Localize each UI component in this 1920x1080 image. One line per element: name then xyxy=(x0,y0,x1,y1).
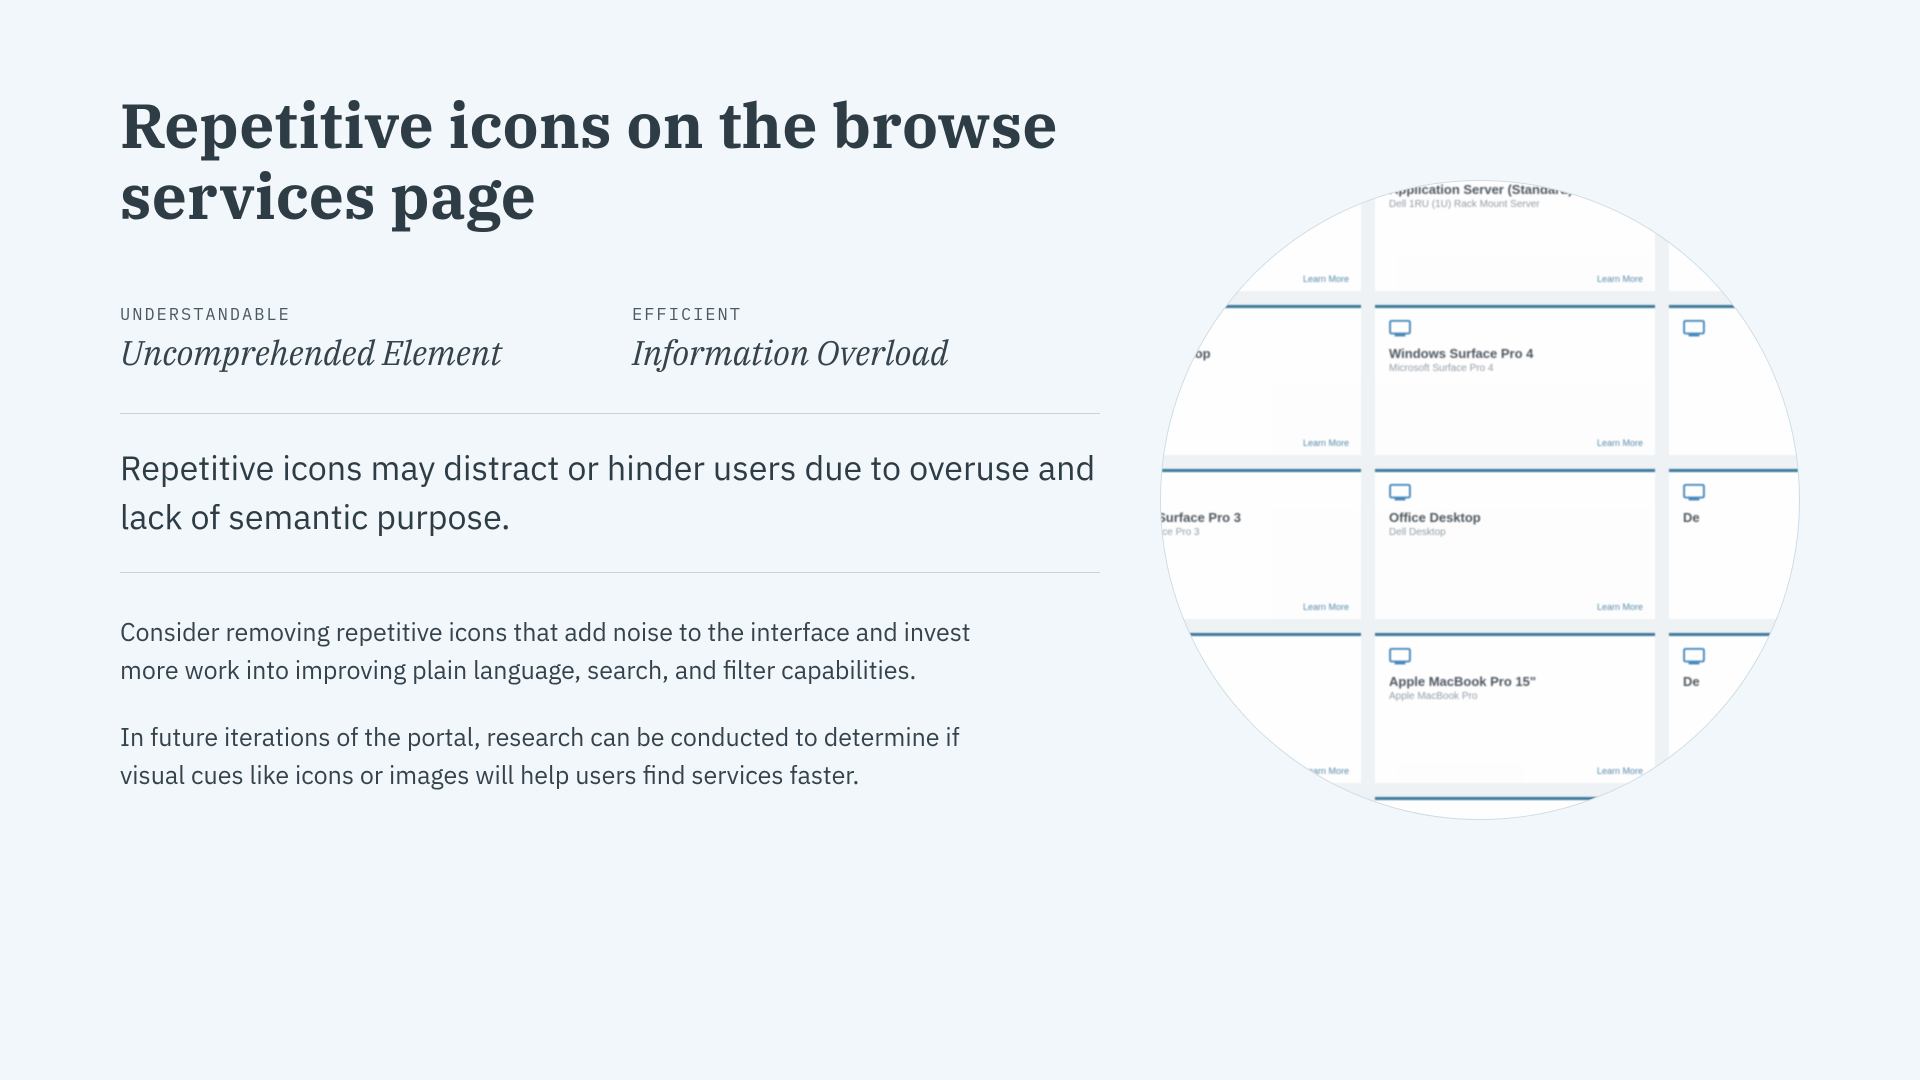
learn-more-link: Learn More xyxy=(1303,766,1349,776)
card-title: De xyxy=(1683,510,1785,525)
service-card: Executive Desktop Dell Precision 490 Learn… xyxy=(1160,305,1361,455)
learn-more-link: Learn More xyxy=(1597,274,1643,284)
tag-row: UNDERSTANDABLE Uncomprehended Element EF… xyxy=(120,303,1100,375)
monitor-icon xyxy=(1683,320,1705,338)
service-card xyxy=(1669,305,1799,455)
service-card xyxy=(1669,797,1799,820)
card-title: Office Desktop xyxy=(1389,510,1641,525)
service-card: Apple iPhone 6sApple iPhone xyxy=(1375,797,1655,820)
card-title: Apple MacBook Pro 15" xyxy=(1389,674,1641,689)
body-copy: Consider removing repetitive icons that … xyxy=(120,573,980,793)
card-title: Windows Surface Pro 4 xyxy=(1389,346,1641,361)
page-title: Repetitive icons on the browse services … xyxy=(120,90,1100,233)
summary-text: Repetitive icons may distract or hinder … xyxy=(120,414,1100,573)
monitor-icon xyxy=(1683,484,1705,502)
card-title: Sales Laptop xyxy=(1160,674,1347,689)
service-card xyxy=(1669,180,1799,291)
learn-more-link: Learn More xyxy=(1303,602,1349,612)
learn-more-link: Learn More xyxy=(1597,602,1643,612)
tag-label: UNDERSTANDABLE xyxy=(120,303,502,325)
service-card: & Oracle License Rack Mount Server Learn M… xyxy=(1160,180,1361,291)
service-card xyxy=(1160,797,1361,820)
monitor-icon xyxy=(1389,648,1411,666)
service-card: Office Desktop Dell Desktop Learn More xyxy=(1375,469,1655,619)
learn-more-link: Learn More xyxy=(1303,438,1349,448)
card-subtitle: Rack Mount Server xyxy=(1160,199,1347,210)
service-card: Microsoft Surface Pro 3 Microsoft Surface… xyxy=(1160,469,1361,619)
tag-label: EFFICIENT xyxy=(632,303,948,325)
monitor-icon xyxy=(1683,648,1705,666)
service-card: Apple MacBook Pro 15" Apple MacBook Pro Le… xyxy=(1375,633,1655,783)
service-card: Sales Laptop Acer Aspire R4 Learn More xyxy=(1160,633,1361,783)
learn-more-link: Learn More xyxy=(1303,274,1349,284)
card-subtitle: Microsoft Surface Pro 3 xyxy=(1160,527,1347,538)
monitor-icon xyxy=(1389,484,1411,502)
card-title: De xyxy=(1683,674,1785,689)
card-subtitle: Dell Desktop xyxy=(1389,527,1641,538)
service-card: De xyxy=(1669,469,1799,619)
service-card: Windows Surface Pro 4 Microsoft Surface P… xyxy=(1375,305,1655,455)
card-title: Executive Desktop xyxy=(1160,346,1347,361)
monitor-icon xyxy=(1389,320,1411,338)
card-subtitle: Apple MacBook Pro xyxy=(1389,691,1641,702)
card-subtitle: Acer Aspire R4 xyxy=(1160,691,1347,702)
learn-more-link: Learn More xyxy=(1597,438,1643,448)
card-subtitle: Dell 1RU (1U) Rack Mount Server xyxy=(1389,199,1641,210)
tag-understandable: UNDERSTANDABLE Uncomprehended Element xyxy=(120,303,502,375)
learn-more-link: Learn More xyxy=(1597,766,1643,776)
card-subtitle: Dell Precision 490 xyxy=(1160,363,1347,374)
monitor-icon xyxy=(1389,812,1411,820)
tag-efficient: EFFICIENT Information Overload xyxy=(632,303,948,375)
card-title: & Oracle License xyxy=(1160,182,1347,197)
card-subtitle: Microsoft Surface Pro 4 xyxy=(1389,363,1641,374)
monitor-icon xyxy=(1683,812,1705,820)
card-title: Application Server (Standard) xyxy=(1389,182,1641,197)
illustration-circle: & Oracle License Rack Mount Server Learn M… xyxy=(1160,180,1800,820)
service-card: De xyxy=(1669,633,1799,783)
tag-value: Uncomprehended Element xyxy=(120,331,502,375)
tag-value: Information Overload xyxy=(632,331,948,375)
service-card-grid: & Oracle License Rack Mount Server Learn M… xyxy=(1160,180,1799,820)
paragraph: Consider removing repetitive icons that … xyxy=(120,613,980,688)
card-title: Microsoft Surface Pro 3 xyxy=(1160,510,1347,525)
paragraph: In future iterations of the portal, rese… xyxy=(120,718,980,793)
service-card: Application Server (Standard) Dell 1RU (1… xyxy=(1375,180,1655,291)
